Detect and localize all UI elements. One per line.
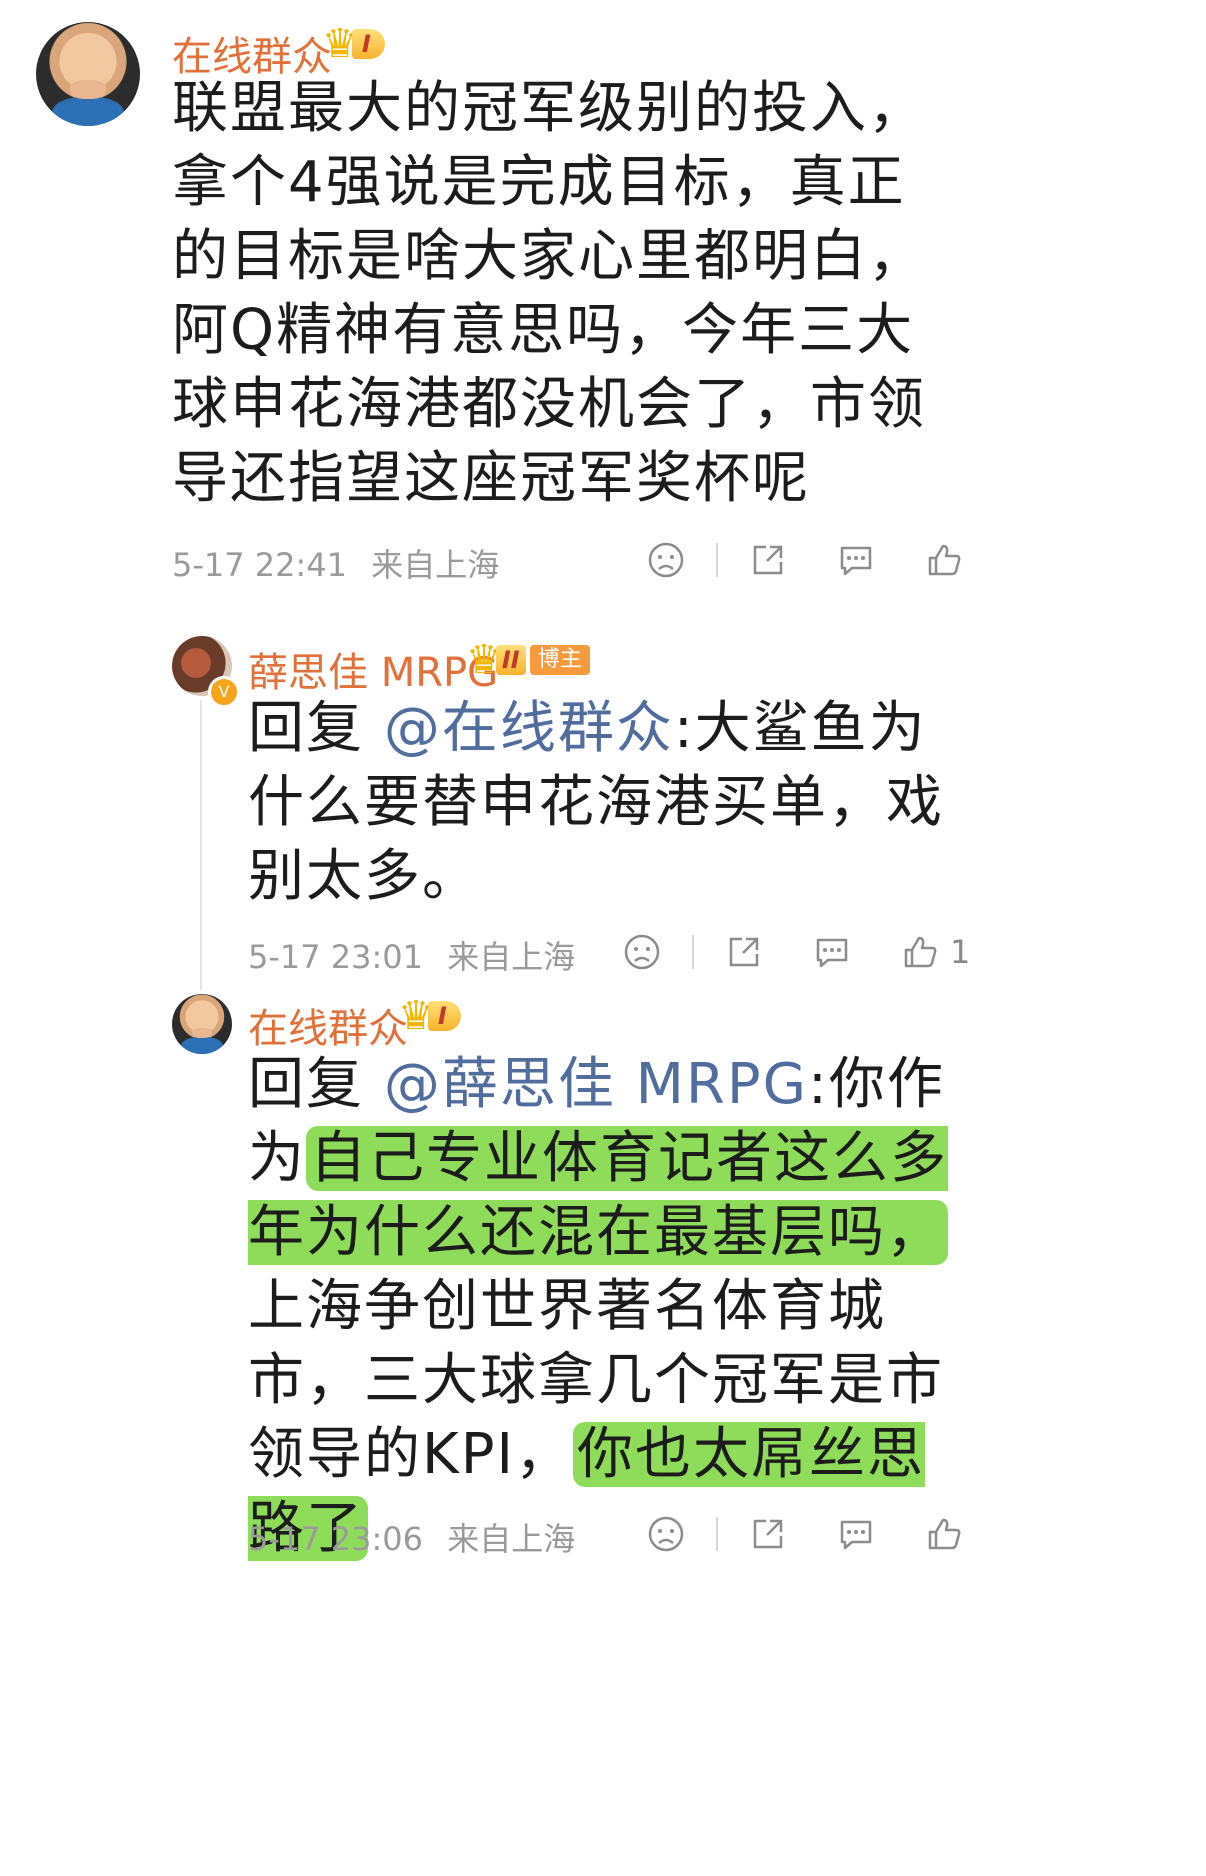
like-icon[interactable]: [900, 932, 940, 972]
comment-time: 5-17 22:41: [172, 546, 348, 584]
mention-link[interactable]: @在线群众: [384, 696, 674, 761]
avatar-hands: [70, 80, 106, 99]
like-count: 1: [950, 933, 971, 971]
comment-location: 来自上海: [371, 546, 500, 584]
verified-badge: V: [208, 676, 240, 708]
like-icon[interactable]: [924, 1514, 964, 1554]
reply-time: 5-17 23:06: [248, 1520, 424, 1558]
vip-crown-badge: ♛ I: [398, 994, 461, 1038]
avatar[interactable]: [172, 994, 232, 1054]
avatar-shirt: [51, 96, 125, 126]
reply-meta: 5-17 23:01 来自上海: [248, 932, 575, 978]
avatar-shirt: [181, 1037, 223, 1054]
vip-crown-badge: ♛ I: [322, 22, 385, 66]
reply-prefix: 回复: [248, 1052, 384, 1117]
dislike-icon[interactable]: [646, 1514, 686, 1554]
reply-location: 来自上海: [447, 938, 576, 976]
reply-actions: 1: [622, 932, 970, 972]
avatar-hands: [191, 1027, 213, 1039]
mention-link[interactable]: @薛思佳 MRPG: [384, 1052, 808, 1117]
comment-text: 联盟最大的冠军级别的投入，拿个4强说是完成目标，真正的目标是啥大家心里都明白，阿…: [172, 72, 952, 516]
reply-text: 回复 @在线群众:大鲨鱼为什么要替申花海港买单，戏别太多。: [248, 692, 978, 914]
share-icon[interactable]: [748, 1514, 788, 1554]
share-icon[interactable]: [724, 932, 764, 972]
level-label: I: [351, 29, 385, 59]
reply-time: 5-17 23:01: [248, 938, 424, 976]
comment-meta: 5-17 22:41 来自上海: [172, 540, 499, 586]
comment-icon[interactable]: [812, 932, 852, 972]
vip-crown-badge: ♛ II 博主: [466, 638, 590, 682]
level-label: II: [495, 645, 526, 675]
comment-body: 联盟最大的冠军级别的投入，拿个4强说是完成目标，真正的目标是啥大家心里都明白，阿…: [172, 76, 926, 511]
divider: [716, 1517, 718, 1551]
comment-icon[interactable]: [836, 540, 876, 580]
level-label: I: [427, 1001, 461, 1031]
divider: [692, 935, 694, 969]
comment-actions: [646, 540, 964, 580]
dislike-icon[interactable]: [622, 932, 662, 972]
like-icon[interactable]: [924, 540, 964, 580]
dislike-icon[interactable]: [646, 540, 686, 580]
highlight-1: 自己专业体育记者这么多年为什么还混在最基层吗，: [248, 1126, 948, 1265]
reply-text: 回复 @薛思佳 MRPG:你作为自己专业体育记者这么多年为什么还混在最基层吗，上…: [248, 1048, 978, 1566]
reply-meta: 5-17 23:06 来自上海: [248, 1514, 575, 1560]
avatar[interactable]: [36, 22, 140, 126]
blogger-badge: 博主: [529, 645, 590, 675]
thread-line: [200, 700, 202, 990]
comment-icon[interactable]: [836, 1514, 876, 1554]
reply-prefix: 回复: [248, 696, 384, 761]
reply-location: 来自上海: [447, 1520, 576, 1558]
username[interactable]: 在线群众: [248, 996, 408, 1054]
share-icon[interactable]: [748, 540, 788, 580]
divider: [716, 543, 718, 577]
reply-actions: [646, 1514, 964, 1554]
username[interactable]: 薛思佳 MRPG: [248, 640, 498, 698]
